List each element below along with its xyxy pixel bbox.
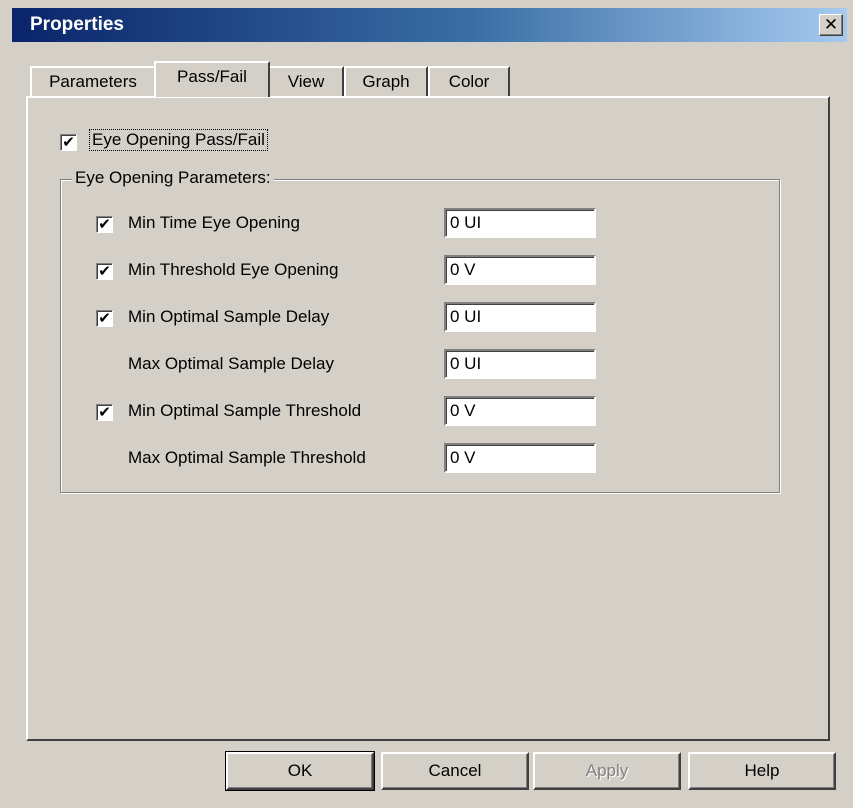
ok-button[interactable]: OK — [225, 751, 375, 791]
cancel-button-label: Cancel — [428, 761, 482, 780]
check-icon: ✔ — [98, 216, 111, 233]
close-icon: ✕ — [823, 15, 839, 34]
max-optimal-sample-threshold-label: Max Optimal Sample Threshold — [128, 448, 366, 467]
properties-dialog: Properties ✕ Parameters Pass/Fail View G… — [0, 0, 853, 808]
max-optimal-sample-delay-field[interactable]: 0 UI — [444, 349, 596, 379]
close-button[interactable]: ✕ — [819, 14, 843, 36]
tab-panel-pass-fail: ✔ Eye Opening Pass/Fail Eye Opening Para… — [26, 96, 830, 741]
min-optimal-sample-delay-field[interactable]: 0 UI — [444, 302, 596, 332]
check-icon: ✔ — [62, 134, 75, 151]
eye-opening-pass-fail-label[interactable]: Eye Opening Pass/Fail — [89, 129, 268, 151]
tab-view-label: View — [287, 72, 325, 91]
help-button-label: Help — [744, 761, 780, 780]
min-optimal-sample-threshold-label: Min Optimal Sample Threshold — [128, 401, 362, 420]
min-time-eye-opening-label: Min Time Eye Opening — [128, 213, 300, 232]
min-optimal-sample-threshold-field[interactable]: 0 V — [444, 396, 596, 426]
min-threshold-eye-opening-label: Min Threshold Eye Opening — [128, 260, 339, 279]
ok-button-label: OK — [287, 761, 313, 780]
eye-opening-pass-fail-checkbox[interactable]: ✔ — [60, 134, 77, 151]
title-bar[interactable]: Properties ✕ — [12, 8, 847, 42]
dialog-title: Properties — [30, 14, 124, 35]
help-button[interactable]: Help — [688, 752, 836, 790]
min-time-eye-opening-field[interactable]: 0 UI — [444, 208, 596, 238]
eye-opening-parameters-legend: Eye Opening Parameters: — [72, 168, 274, 188]
check-icon: ✔ — [98, 263, 111, 280]
tab-color[interactable]: Color — [428, 66, 510, 96]
tab-pass-fail[interactable]: Pass/Fail — [154, 61, 270, 97]
max-optimal-sample-delay-label: Max Optimal Sample Delay — [128, 354, 334, 373]
min-threshold-eye-opening-field[interactable]: 0 V — [444, 255, 596, 285]
tab-parameters[interactable]: Parameters — [30, 66, 156, 96]
apply-button-label: Apply — [585, 761, 629, 780]
tab-graph[interactable]: Graph — [344, 66, 428, 96]
max-optimal-sample-threshold-field[interactable]: 0 V — [444, 443, 596, 473]
check-icon: ✔ — [98, 404, 111, 421]
min-time-eye-opening-checkbox[interactable]: ✔ — [96, 216, 113, 233]
tab-parameters-label: Parameters — [49, 72, 137, 91]
min-optimal-sample-threshold-checkbox[interactable]: ✔ — [96, 404, 113, 421]
min-optimal-sample-delay-checkbox[interactable]: ✔ — [96, 310, 113, 327]
tab-graph-label: Graph — [362, 72, 410, 91]
min-threshold-eye-opening-checkbox[interactable]: ✔ — [96, 263, 113, 280]
cancel-button[interactable]: Cancel — [381, 752, 529, 790]
check-icon: ✔ — [98, 310, 111, 327]
tab-pass-fail-label: Pass/Fail — [177, 67, 247, 86]
tab-color-label: Color — [448, 72, 490, 91]
min-optimal-sample-delay-label: Min Optimal Sample Delay — [128, 307, 330, 326]
apply-button[interactable]: Apply — [533, 752, 681, 790]
tab-view[interactable]: View — [268, 66, 344, 96]
